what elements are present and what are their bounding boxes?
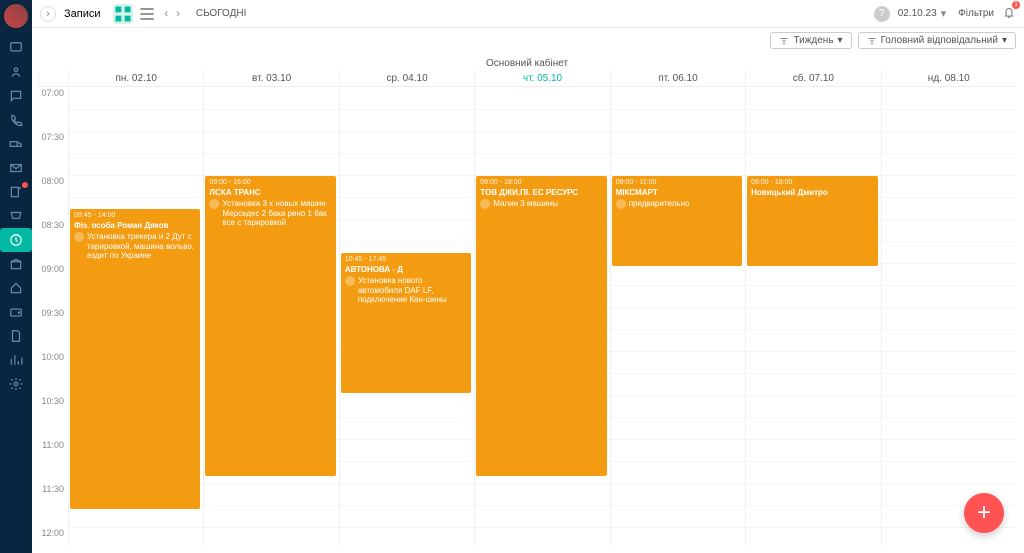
day-header[interactable]: нд. 08.10 — [881, 71, 1016, 86]
view-grid-button[interactable] — [113, 4, 133, 24]
calendar-event[interactable]: 09:45 - 14:00Фіз. особа Роман ДяковУстан… — [70, 209, 200, 509]
day-header[interactable]: ср. 04.10 — [339, 71, 474, 86]
responsible-label: Головний відповідальний — [881, 35, 998, 46]
filters-button[interactable]: Фільтри — [958, 8, 994, 19]
calendar-event[interactable]: 10:45 - 17:45АВТОНОВА - ДУстановка новог… — [341, 253, 471, 393]
day-column[interactable]: 09:00 - 18:00ТОВ ДЖИ.ПІ. ЕС РЕСУРСМалин … — [474, 88, 609, 545]
view-range-label: Тиждень — [793, 35, 833, 46]
sidebar-item-calendar[interactable] — [0, 228, 32, 252]
calendar: Основний кабінет пн. 02.10вт. 03.10ср. 0… — [38, 56, 1016, 545]
event-time: 09:45 - 14:00 — [74, 212, 196, 220]
sidebar-item-truck[interactable] — [0, 132, 32, 156]
event-title: Фіз. особа Роман Дяков — [74, 221, 196, 231]
today-button[interactable]: СЬОГОДНІ — [196, 8, 247, 19]
time-label: 12:00 — [38, 528, 68, 545]
event-title: МІКСМАРТ — [616, 188, 738, 198]
prev-button[interactable]: ‹ — [161, 8, 173, 20]
sidebar-item-mail[interactable] — [0, 156, 32, 180]
time-label: 07:00 — [38, 88, 68, 132]
topbar: › Записи ‹ › СЬОГОДНІ ? 02.10.23 ▾ Фільт… — [32, 0, 1024, 28]
notification-badge: 1 — [1012, 1, 1020, 9]
view-list-button[interactable] — [137, 4, 157, 24]
calendar-toolbar: Тиждень ▾ Головний відповідальний ▾ — [770, 32, 1016, 49]
calendar-event[interactable]: 09:00 - 11:00МІКСМАРТпредварительно — [612, 176, 742, 266]
time-label: 07:30 — [38, 132, 68, 176]
day-columns: 09:45 - 14:00Фіз. особа Роман ДяковУстан… — [68, 88, 1016, 545]
event-type-icon — [345, 276, 355, 286]
event-time: 10:45 - 17:45 — [345, 256, 467, 264]
sidebar-item-phone[interactable] — [0, 108, 32, 132]
event-type-icon — [616, 199, 626, 209]
chevron-down-icon: ▾ — [838, 35, 843, 46]
sidebar-item-dashboard[interactable] — [0, 36, 32, 60]
day-header[interactable]: чт. 05.10 — [474, 71, 609, 86]
days-header: пн. 02.10вт. 03.10ср. 04.10чт. 05.10пт. … — [38, 71, 1016, 87]
day-header[interactable]: пт. 06.10 — [610, 71, 745, 86]
day-column[interactable] — [881, 88, 1016, 545]
sidebar-item-home[interactable] — [0, 276, 32, 300]
badge-icon — [22, 182, 28, 188]
sidebar-item-edit[interactable] — [0, 180, 32, 204]
sidebar-item-settings[interactable] — [0, 372, 32, 396]
event-type-icon — [74, 232, 84, 242]
sidebar-item-stats[interactable] — [0, 348, 32, 372]
day-header[interactable]: пн. 02.10 — [68, 71, 203, 86]
event-time: 09:00 - 16:00 — [209, 179, 331, 187]
calendar-grid[interactable]: 07:0007:3008:0008:3009:0009:3010:0010:30… — [38, 88, 1016, 545]
help-icon[interactable]: ? — [874, 6, 890, 22]
notifications-button[interactable]: 1 — [1002, 5, 1016, 22]
date-picker[interactable]: 02.10.23 — [898, 8, 937, 19]
page-title: Записи — [64, 8, 101, 20]
sidebar-item-users[interactable] — [0, 60, 32, 84]
calendar-event[interactable]: 09:00 - 16:00ЛСКА ТРАНСУстановка 3 х нов… — [205, 176, 335, 476]
day-column[interactable]: 10:45 - 17:45АВТОНОВА - ДУстановка новог… — [339, 88, 474, 545]
time-label: 11:30 — [38, 484, 68, 528]
time-label: 11:00 — [38, 440, 68, 484]
time-column: 07:0007:3008:0008:3009:0009:3010:0010:30… — [38, 88, 68, 545]
view-range-select[interactable]: Тиждень ▾ — [770, 32, 851, 49]
room-header: Основний кабінет — [38, 56, 1016, 71]
calendar-event[interactable]: 09:00 - 18:00ТОВ ДЖИ.ПІ. ЕС РЕСУРСМалин … — [476, 176, 606, 476]
event-desc: Установка нового автомобиля DAF LF, подк… — [345, 276, 467, 305]
sidebar-item-cart[interactable] — [0, 204, 32, 228]
add-button[interactable]: + — [964, 493, 1004, 533]
event-type-icon — [480, 199, 490, 209]
chevron-down-icon[interactable]: ▾ — [941, 7, 947, 20]
sidebar-item-box[interactable] — [0, 252, 32, 276]
day-column[interactable]: 09:00 - 16:00ЛСКА ТРАНСУстановка 3 х нов… — [203, 88, 338, 545]
day-column[interactable]: 09:00 - 11:00МІКСМАРТпредварительно — [610, 88, 745, 545]
event-desc: Установка трекера и 2 Дут с тарировкой, … — [74, 232, 196, 261]
responsible-select[interactable]: Головний відповідальний ▾ — [858, 32, 1016, 49]
day-header[interactable]: вт. 03.10 — [203, 71, 338, 86]
day-header[interactable]: сб. 07.10 — [745, 71, 880, 86]
event-time: 09:00 - 18:00 — [751, 179, 873, 187]
sidebar-item-chat[interactable] — [0, 84, 32, 108]
event-desc: предварительно — [616, 199, 738, 209]
time-label: 09:00 — [38, 264, 68, 308]
next-button[interactable]: › — [172, 8, 184, 20]
time-label: 08:00 — [38, 176, 68, 220]
avatar[interactable] — [4, 4, 28, 28]
event-time: 09:00 - 18:00 — [480, 179, 602, 187]
expand-sidebar-button[interactable]: › — [40, 6, 56, 22]
event-type-icon — [209, 199, 219, 209]
chevron-down-icon: ▾ — [1002, 35, 1007, 46]
event-desc: Малин 3 машины — [480, 199, 602, 209]
event-time: 09:00 - 11:00 — [616, 179, 738, 187]
sidebar — [0, 0, 32, 553]
event-title: Новицький Дмитро — [751, 188, 873, 198]
day-column[interactable]: 09:00 - 18:00Новицький Дмитро — [745, 88, 880, 545]
calendar-event[interactable]: 09:00 - 18:00Новицький Дмитро — [747, 176, 877, 266]
time-label: 10:30 — [38, 396, 68, 440]
event-title: ТОВ ДЖИ.ПІ. ЕС РЕСУРС — [480, 188, 602, 198]
event-title: ЛСКА ТРАНС — [209, 188, 331, 198]
sidebar-item-doc[interactable] — [0, 324, 32, 348]
time-label: 09:30 — [38, 308, 68, 352]
sidebar-item-wallet[interactable] — [0, 300, 32, 324]
event-title: АВТОНОВА - Д — [345, 265, 467, 275]
time-label: 10:00 — [38, 352, 68, 396]
day-column[interactable]: 09:45 - 14:00Фіз. особа Роман ДяковУстан… — [68, 88, 203, 545]
time-label: 08:30 — [38, 220, 68, 264]
event-desc: Установка 3 х новых машин Мерседес 2 бак… — [209, 199, 331, 228]
